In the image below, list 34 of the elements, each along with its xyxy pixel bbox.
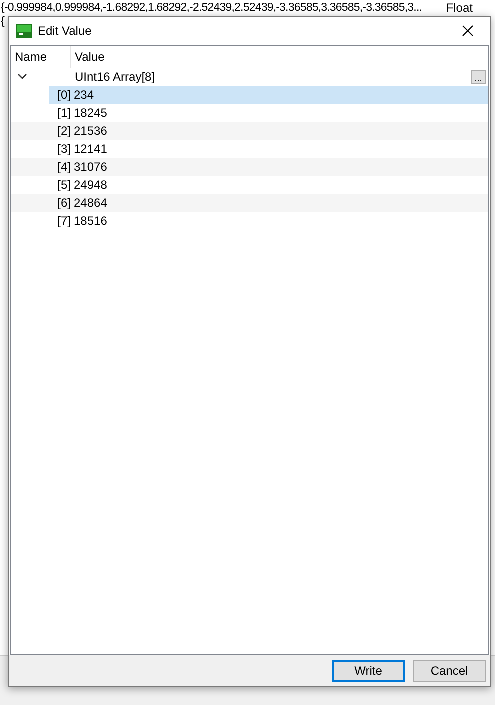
cancel-button[interactable]: Cancel: [413, 660, 486, 682]
close-icon: [462, 25, 474, 37]
type-text: Float: [446, 1, 473, 15]
element-value: 234: [74, 87, 94, 104]
element-value: 31076: [74, 159, 108, 176]
column-header[interactable]: Name: [11, 46, 71, 68]
element-value: 12141: [74, 141, 108, 158]
index-label: [5]: [56, 177, 72, 194]
index-label: [6]: [56, 195, 72, 212]
element-value: 18245: [74, 105, 108, 122]
ellipsis-button[interactable]: ...: [471, 70, 486, 84]
array-value-text: {-0.999984,0.999984,-1.68292,1.68292,-2.52439,2.52439,-3.36585,3.36585,-3.36585,3...: [1, 1, 422, 15]
tree-row[interactable]: [1] 18245: [49, 104, 488, 122]
index-label: [2]: [56, 123, 72, 140]
index-label: [4]: [56, 159, 72, 176]
tree-row[interactable]: [5] 24948: [49, 176, 488, 194]
array-type-text[interactable]: UInt16 Array[8]: [75, 68, 156, 86]
column-header[interactable]: Value: [71, 48, 105, 66]
tree-row[interactable]: [0] 234: [49, 86, 488, 104]
tree-row[interactable]: [7] 18516: [49, 212, 488, 230]
index-label: [7]: [56, 213, 72, 230]
element-value: 18516: [74, 213, 108, 230]
element-value: 24864: [74, 195, 108, 212]
app-icon: [16, 23, 32, 39]
element-value: 24948: [74, 177, 108, 194]
window-title: Edit Value: [38, 23, 92, 40]
element-value: 21536: [74, 123, 108, 140]
index-label: [1]: [56, 105, 72, 122]
chevron-icon: [18, 74, 26, 80]
write-button[interactable]: Write: [332, 660, 405, 682]
array-value-text: {: [1, 14, 6, 28]
index-label: [3]: [56, 141, 72, 158]
index-label: [0]: [56, 87, 72, 104]
tree-row[interactable]: [3] 12141: [49, 140, 488, 158]
